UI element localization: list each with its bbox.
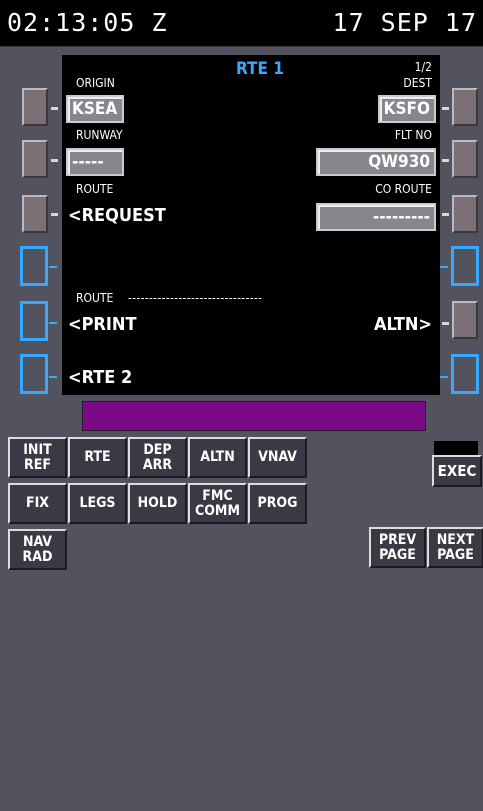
route-divider: -------------------------------- [128,291,263,305]
altn-option[interactable]: ALTN> [374,316,432,334]
fix-key-label: FIX [25,495,49,511]
dep-arr-key[interactable]: DEP ARR [128,437,187,478]
prev-page-key-label: PREV PAGE [378,531,417,563]
prog-key[interactable]: PROG [248,483,307,524]
hold-key-label: HOLD [137,495,178,511]
lsk-3l[interactable] [22,195,48,233]
lsk-1r-indicator [442,107,449,110]
page-title: RTE 1 [236,59,284,79]
lsk-6l[interactable] [20,354,48,394]
runway-label: RUNWAY [76,128,123,142]
dest-label: DEST [403,76,432,90]
dep-arr-key-label: DEP ARR [142,441,173,473]
lsk-2l[interactable] [22,140,48,178]
flt-no-label: FLT NO [394,128,432,142]
lsk-4r[interactable] [451,246,479,286]
exec-key[interactable]: EXEC [432,455,482,487]
lsk-2r-indicator [442,159,449,162]
legs-key[interactable]: LEGS [68,483,127,524]
altn-key-label: ALTN [200,449,235,465]
lsk-3r[interactable] [452,195,478,233]
vnav-key-label: VNAV [258,449,297,465]
lsk-3r-indicator [442,213,449,216]
lsk-5l-indicator [49,322,57,324]
next-page-key-label: NEXT PAGE [436,531,475,563]
lsk-3l-indicator [51,213,58,216]
lsk-4l[interactable] [20,246,48,286]
runway-field[interactable]: ----- [66,148,124,176]
fmc-comm-key-label: FMC COMM [194,487,241,519]
lsk-2r[interactable] [452,140,478,178]
lsk-5l[interactable] [20,301,48,341]
rte-key-label: RTE [84,449,111,465]
nav-rad-key-label: NAV RAD [22,533,53,565]
date: 17 SEP 17 [332,8,477,37]
lsk-1r[interactable] [452,88,478,126]
altn-key[interactable]: ALTN [188,437,247,478]
next-page-key[interactable]: NEXT PAGE [427,527,483,568]
dest-field[interactable]: KSFO [378,95,436,123]
lsk-1l-indicator [51,107,58,110]
print-option[interactable]: <PRINT [68,316,137,334]
fix-key[interactable]: FIX [8,483,67,524]
lsk-1l[interactable] [22,88,48,126]
legs-key-label: LEGS [79,495,116,511]
co-route-label: CO ROUTE [375,182,432,196]
origin-label: ORIGIN [76,76,115,90]
fmc-comm-key[interactable]: FMC COMM [188,483,247,524]
lsk-6l-indicator [49,376,57,378]
scratchpad [82,401,426,431]
route-request[interactable]: <REQUEST [68,207,166,225]
status-bar: 02:13:05 Z 17 SEP 17 [0,0,483,46]
nav-rad-key[interactable]: NAV RAD [8,529,67,570]
flt-no-field[interactable]: QW930 [316,148,436,176]
lsk-4r-indicator [440,266,448,268]
clock: 02:13:05 Z [7,8,168,37]
init-ref-key-label: INIT REF [23,441,52,473]
co-route-field[interactable]: --------- [316,203,436,231]
lsk-5r[interactable] [452,301,478,339]
route2-label: ROUTE [76,291,114,305]
init-ref-key[interactable]: INIT REF [8,437,67,478]
prog-key-label: PROG [257,495,298,511]
page-number: 1/2 [414,60,432,74]
lsk-6r[interactable] [451,354,479,394]
rte2-option[interactable]: <RTE 2 [68,369,132,387]
lsk-2l-indicator [51,159,58,162]
lsk-5r-indicator [442,322,449,325]
exec-annunciator [434,441,478,456]
prev-page-key[interactable]: PREV PAGE [369,527,426,568]
cdu-display: RTE 1 1/2 ORIGIN DEST KSEA KSFO RUNWAY F… [62,55,440,395]
lsk-4l-indicator [49,266,57,268]
route-label: ROUTE [76,182,114,196]
vnav-key[interactable]: VNAV [248,437,307,478]
origin-field[interactable]: KSEA [66,95,124,123]
hold-key[interactable]: HOLD [128,483,187,524]
lsk-6r-indicator [440,376,448,378]
rte-key[interactable]: RTE [68,437,127,478]
